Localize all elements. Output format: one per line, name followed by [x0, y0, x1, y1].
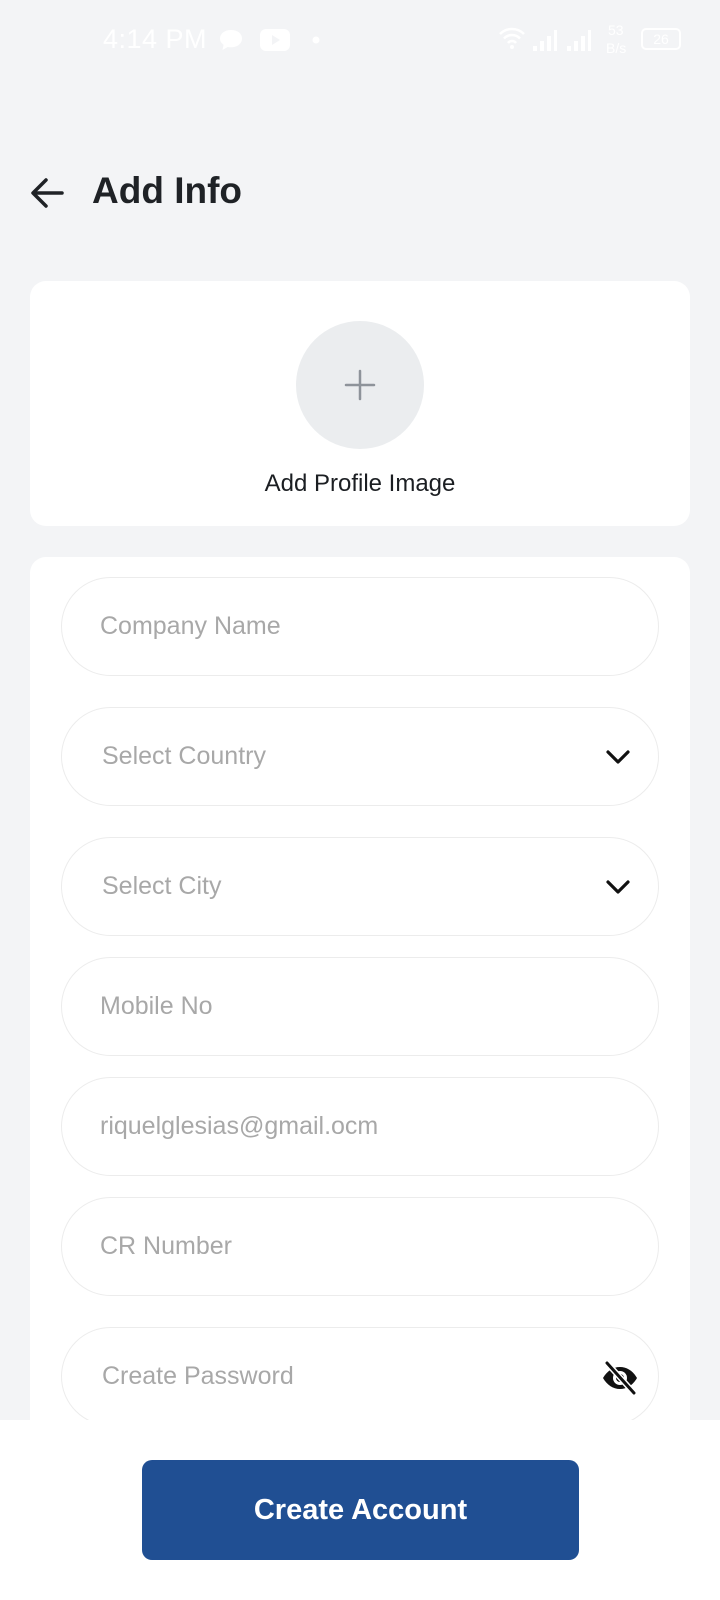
arrow-left-icon[interactable] [28, 174, 66, 212]
bottom-action-bar: Create Account [0, 1420, 720, 1600]
eye-off-icon[interactable] [600, 1358, 640, 1398]
password-field[interactable]: Create Password [61, 1327, 659, 1426]
battery-icon: 26 [641, 28, 681, 50]
email-field[interactable]: riquelglesias@gmail.ocm [61, 1077, 659, 1176]
chevron-down-icon [606, 750, 630, 764]
city-placeholder: Select City [102, 872, 222, 900]
battery-level: 26 [653, 31, 669, 47]
form-card: Company Name Select Country Select City … [30, 557, 690, 1427]
page-title: Add Info [92, 170, 243, 211]
plus-icon [344, 369, 376, 401]
cr-number-field[interactable]: CR Number [61, 1197, 659, 1296]
email-value: riquelglesias@gmail.ocm [100, 1112, 379, 1140]
create-account-button[interactable]: Create Account [142, 1460, 579, 1560]
status-bar: 4:14 PM 53 B/s 26 [0, 0, 720, 82]
company-name-placeholder: Company Name [100, 612, 281, 640]
add-profile-image-button[interactable] [296, 321, 424, 449]
youtube-icon [260, 29, 290, 51]
dot-icon [312, 36, 320, 44]
mobile-field[interactable]: Mobile No [61, 957, 659, 1056]
net-speed-unit: B/s [606, 40, 627, 56]
password-placeholder: Create Password [102, 1362, 294, 1390]
signal-icon [533, 30, 557, 51]
country-placeholder: Select Country [102, 742, 266, 770]
status-time: 4:14 PM [103, 24, 208, 54]
chat-bubble-icon [220, 30, 242, 50]
cr-number-placeholder: CR Number [100, 1232, 232, 1260]
signal-icon-2 [567, 30, 591, 51]
add-profile-image-label: Add Profile Image [264, 470, 456, 497]
mobile-placeholder: Mobile No [100, 992, 213, 1020]
wifi-icon [499, 27, 525, 49]
city-select[interactable]: Select City [61, 837, 659, 936]
company-name-field[interactable]: Company Name [61, 577, 659, 676]
net-speed-value: 53 [608, 22, 624, 38]
profile-image-card: Add Profile Image [30, 281, 690, 526]
country-select[interactable]: Select Country [61, 707, 659, 806]
chevron-down-icon [606, 880, 630, 894]
